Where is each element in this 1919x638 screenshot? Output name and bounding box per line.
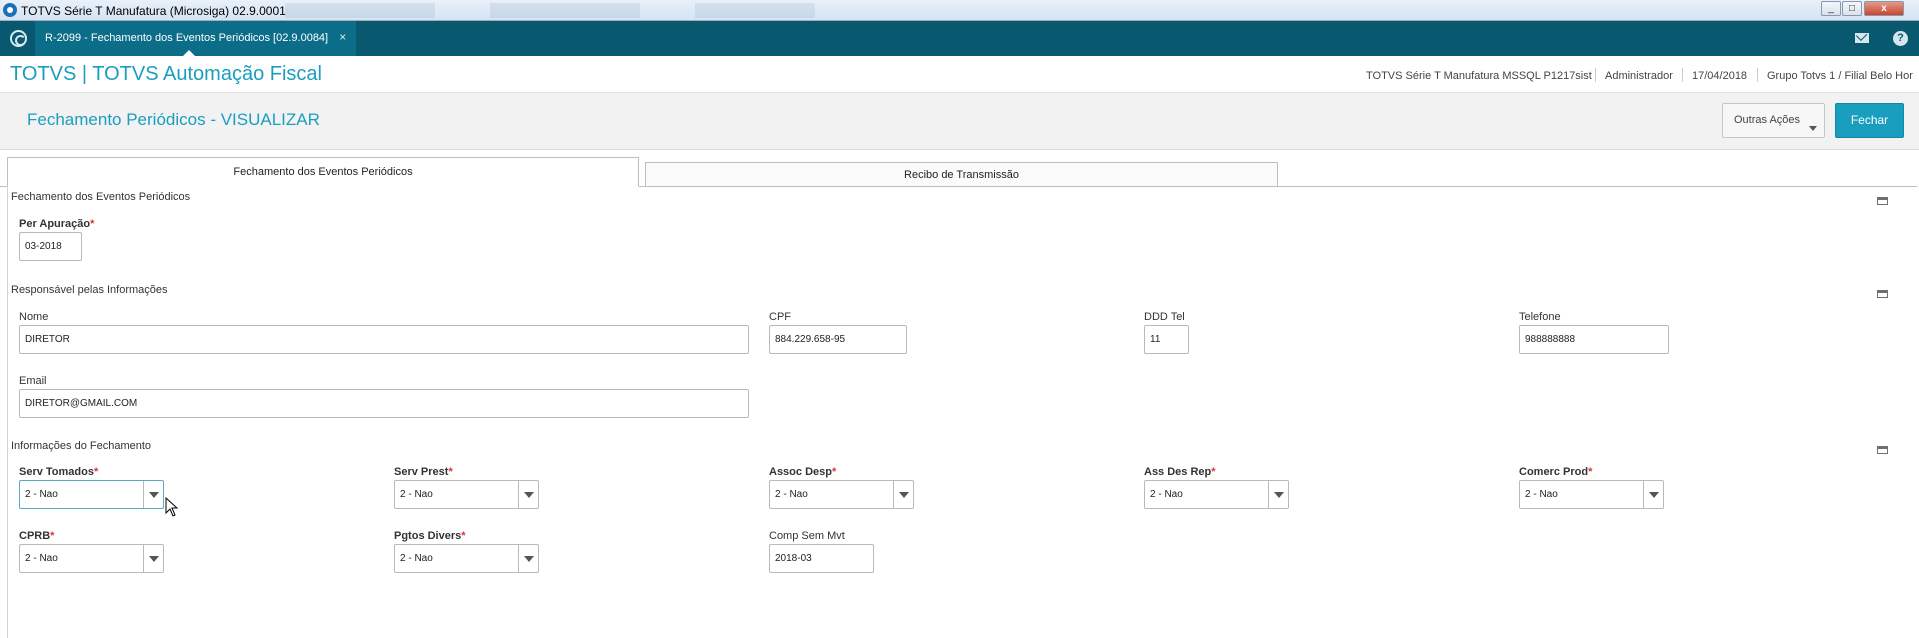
cpf-label: CPF (769, 311, 791, 323)
mouse-cursor-icon (165, 497, 179, 517)
content-border (7, 187, 8, 638)
serv-tomados-select[interactable]: 2 - Nao (19, 480, 164, 509)
header-divider (1682, 68, 1683, 82)
header-divider (1757, 68, 1758, 82)
ddd-tel-field[interactable]: 11 (1144, 325, 1189, 354)
window-title-bar: TOTVS Série T Manufatura (Microsiga) 02.… (0, 0, 1919, 21)
per-apuracao-field[interactable]: 03-2018 (19, 232, 82, 261)
comerc-prod-select[interactable]: 2 - Nao (1519, 480, 1664, 509)
pgtos-divers-value: 2 - Nao (400, 553, 433, 564)
header-divider (1595, 68, 1596, 82)
assoc-desp-label: Assoc Desp* (769, 466, 837, 478)
collapse-icon[interactable] (1877, 446, 1888, 454)
assoc-desp-value: 2 - Nao (775, 489, 808, 500)
collapse-icon[interactable] (1877, 290, 1888, 298)
close-window-button[interactable]: x (1864, 1, 1904, 16)
comerc-prod-value: 2 - Nao (1525, 489, 1558, 500)
pgtos-divers-select[interactable]: 2 - Nao (394, 544, 539, 573)
app-logo-icon (3, 3, 17, 17)
branch-info[interactable]: Grupo Totvs 1 / Filial Belo Hor (1767, 70, 1913, 82)
email-field[interactable]: DIRETOR@GMAIL.COM (19, 389, 749, 418)
telefone-label: Telefone (1519, 311, 1561, 323)
taskbar-ghost-tabs (285, 3, 815, 18)
mail-icon[interactable] (1855, 33, 1869, 43)
cprb-select[interactable]: 2 - Nao (19, 544, 164, 573)
dropdown-arrow-icon[interactable] (893, 481, 913, 508)
date-info: 17/04/2018 (1692, 70, 1748, 82)
page-toolbar: Fechamento Periódicos - VISUALIZAR Outra… (0, 93, 1919, 150)
comp-sem-mvt-label: Comp Sem Mvt (769, 530, 845, 542)
email-label: Email (19, 375, 47, 387)
window-title: TOTVS Série T Manufatura (Microsiga) 02.… (21, 4, 286, 18)
per-apuracao-label: Per Apuração* (19, 218, 95, 230)
fechar-button[interactable]: Fechar (1835, 103, 1904, 138)
serv-prest-value: 2 - Nao (400, 489, 433, 500)
nome-label: Nome (19, 311, 49, 323)
comp-sem-mvt-field[interactable]: 2018-03 (769, 544, 874, 573)
ass-des-rep-select[interactable]: 2 - Nao (1144, 480, 1289, 509)
outras-acoes-button[interactable]: Outras Ações (1722, 103, 1825, 138)
cprb-label: CPRB* (19, 530, 55, 542)
page-title: Fechamento Periódicos - VISUALIZAR (27, 110, 320, 129)
brand-title: TOTVS | TOTVS Automação Fiscal (10, 63, 322, 85)
close-tab-icon[interactable]: × (339, 30, 346, 44)
serv-prest-select[interactable]: 2 - Nao (394, 480, 539, 509)
ddd-tel-label: DDD Tel (1144, 311, 1185, 323)
dropdown-arrow-icon[interactable] (1643, 481, 1663, 508)
serv-tomados-label: Serv Tomados* (19, 466, 99, 478)
collapse-icon[interactable] (1877, 197, 1888, 205)
section-title-fechamento: Fechamento dos Eventos Periódicos (11, 191, 191, 203)
ass-des-rep-value: 2 - Nao (1150, 489, 1183, 500)
dropdown-arrow-icon[interactable] (518, 545, 538, 572)
comerc-prod-label: Comerc Prod* (1519, 466, 1593, 478)
dropdown-arrow-icon[interactable] (143, 481, 163, 508)
telefone-field[interactable]: 988888888 (1519, 325, 1669, 354)
cprb-value: 2 - Nao (25, 553, 58, 564)
tab-recibo-transmissao[interactable]: Recibo de Transmissão (645, 162, 1278, 187)
ass-des-rep-label: Ass Des Rep* (1144, 466, 1216, 478)
serv-tomados-value: 2 - Nao (25, 489, 58, 500)
help-icon[interactable]: ? (1893, 31, 1908, 46)
environment-info: TOTVS Série T Manufatura MSSQL P1217sist (1366, 70, 1592, 82)
cpf-field[interactable]: 884.229.658-95 (769, 325, 907, 354)
nome-field[interactable]: DIRETOR (19, 325, 749, 354)
app-header: TOTVS | TOTVS Automação Fiscal TOTVS Sér… (0, 56, 1919, 93)
section-title-informacoes: Informações do Fechamento (11, 440, 152, 452)
assoc-desp-select[interactable]: 2 - Nao (769, 480, 914, 509)
dropdown-arrow-icon[interactable] (143, 545, 163, 572)
tab-fechamento-eventos[interactable]: Fechamento dos Eventos Periódicos (7, 157, 639, 187)
section-title-responsavel: Responsável pelas Informações (11, 284, 168, 296)
outras-acoes-label: Outras Ações (1734, 114, 1801, 126)
tab-r2099[interactable]: R-2099 - Fechamento dos Eventos Periódic… (35, 21, 357, 56)
pgtos-divers-label: Pgtos Divers* (394, 530, 466, 542)
tab-r2099-label: R-2099 - Fechamento dos Eventos Periódic… (45, 32, 329, 44)
minimize-button[interactable]: _ (1821, 1, 1841, 16)
user-info[interactable]: Administrador (1605, 70, 1673, 82)
chevron-down-icon (1809, 126, 1817, 131)
app-tab-bar: R-2099 - Fechamento dos Eventos Periódic… (0, 21, 1919, 56)
maximize-button[interactable]: □ (1842, 1, 1862, 16)
tab-underline (0, 186, 7, 187)
dropdown-arrow-icon[interactable] (1268, 481, 1288, 508)
dropdown-arrow-icon[interactable] (518, 481, 538, 508)
home-icon[interactable] (10, 30, 27, 47)
serv-prest-label: Serv Prest* (394, 466, 453, 478)
